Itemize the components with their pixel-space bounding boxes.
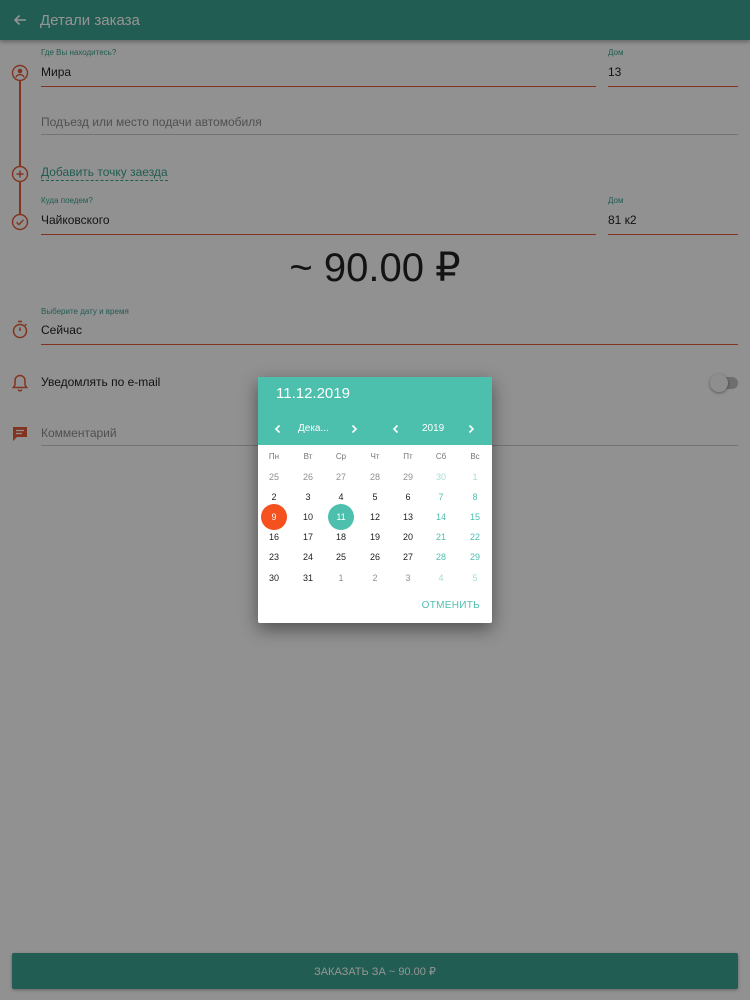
calendar-day[interactable]: 3: [395, 570, 421, 586]
calendar-day[interactable]: 28: [428, 549, 454, 565]
calendar-day[interactable]: 18: [328, 529, 354, 545]
weekday-label: Пт: [403, 452, 413, 461]
calendar-day[interactable]: 29: [462, 549, 488, 565]
calendar-day[interactable]: 4: [328, 489, 354, 505]
next-month-icon[interactable]: [346, 421, 362, 437]
weekday-label: Ср: [335, 452, 347, 461]
calendar-day[interactable]: 1: [328, 570, 354, 586]
calendar-day[interactable]: 5: [462, 570, 488, 586]
calendar-day[interactable]: 2: [261, 489, 287, 505]
weekday-label: Пн: [268, 452, 280, 461]
calendar-day[interactable]: 29: [395, 469, 421, 485]
prev-month-icon[interactable]: [270, 421, 286, 437]
weekday-label: Чт: [370, 452, 380, 461]
weekday-label: Вт: [303, 452, 313, 461]
month-label[interactable]: Дека...: [298, 423, 329, 434]
cancel-button[interactable]: ОТМЕНИТЬ: [422, 600, 480, 611]
calendar-day[interactable]: 20: [395, 529, 421, 545]
calendar-day[interactable]: 15: [462, 509, 488, 525]
calendar-day[interactable]: 25: [328, 549, 354, 565]
calendar-day[interactable]: 5: [362, 489, 388, 505]
calendar-day[interactable]: 1: [462, 469, 488, 485]
calendar-day[interactable]: 17: [295, 529, 321, 545]
calendar-day[interactable]: 21: [428, 529, 454, 545]
calendar-day[interactable]: 16: [261, 529, 287, 545]
calendar-day[interactable]: 24: [295, 549, 321, 565]
weekday-label: Вс: [470, 452, 480, 461]
weekday-label: Сб: [435, 452, 447, 461]
calendar-day[interactable]: 27: [328, 469, 354, 485]
calendar-day[interactable]: 26: [362, 549, 388, 565]
calendar-day[interactable]: 13: [395, 509, 421, 525]
calendar-day[interactable]: 22: [462, 529, 488, 545]
calendar-day[interactable]: 26: [295, 469, 321, 485]
calendar-day[interactable]: 30: [261, 570, 287, 586]
calendar-day[interactable]: 8: [462, 489, 488, 505]
calendar-day[interactable]: 11: [328, 509, 354, 525]
calendar-day[interactable]: 9: [261, 509, 287, 525]
calendar-day[interactable]: 3: [295, 489, 321, 505]
calendar-day[interactable]: 12: [362, 509, 388, 525]
calendar-day[interactable]: 14: [428, 509, 454, 525]
next-year-icon[interactable]: [463, 421, 479, 437]
calendar-day[interactable]: 28: [362, 469, 388, 485]
calendar-day[interactable]: 2: [362, 570, 388, 586]
calendar-day[interactable]: 25: [261, 469, 287, 485]
date-picker-header: 11.12.2019 Дека... 2019: [258, 377, 492, 445]
calendar-day[interactable]: 23: [261, 549, 287, 565]
prev-year-icon[interactable]: [388, 421, 404, 437]
calendar-day[interactable]: 6: [395, 489, 421, 505]
selected-date: 11.12.2019: [276, 385, 350, 402]
date-picker-dialog: 11.12.2019 Дека... 2019 Пн Вт Ср Чт Пт Сб Вс 2…: [258, 377, 492, 623]
calendar-day[interactable]: 19: [362, 529, 388, 545]
calendar-day[interactable]: 7: [428, 489, 454, 505]
calendar-day[interactable]: 30: [428, 469, 454, 485]
calendar-day[interactable]: 10: [295, 509, 321, 525]
year-label[interactable]: 2019: [422, 423, 444, 434]
calendar-day[interactable]: 31: [295, 570, 321, 586]
calendar-day[interactable]: 4: [428, 570, 454, 586]
calendar-day[interactable]: 27: [395, 549, 421, 565]
